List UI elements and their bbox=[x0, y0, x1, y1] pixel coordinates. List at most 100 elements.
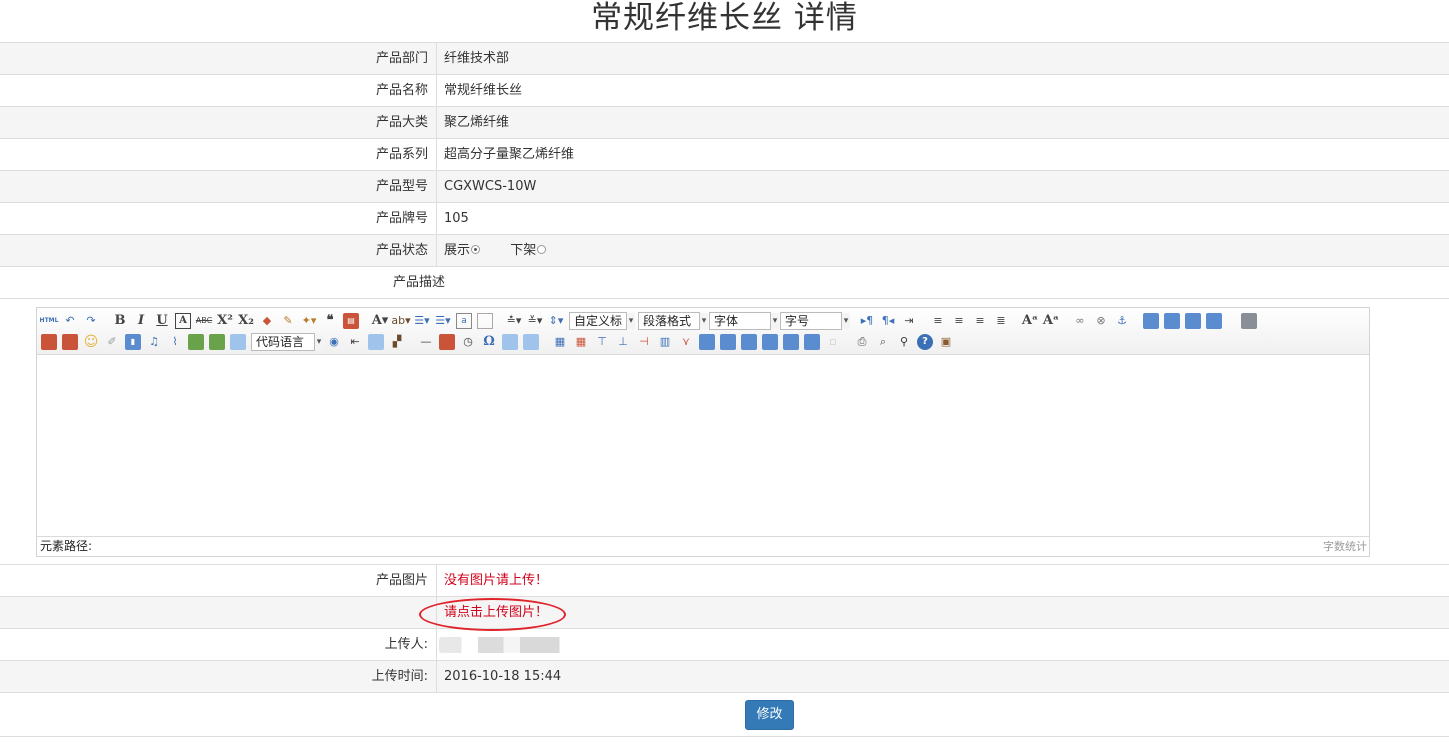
snapscreen-icon[interactable] bbox=[502, 334, 518, 350]
link-icon[interactable]: ∞ bbox=[1072, 313, 1088, 329]
inserttable-icon[interactable]: ▦ bbox=[552, 334, 568, 350]
underline-icon[interactable]: U bbox=[154, 313, 170, 329]
uploader-value bbox=[437, 629, 1449, 660]
lineheight-icon[interactable]: ⇕▾ bbox=[548, 313, 564, 329]
italic-icon[interactable]: I bbox=[133, 313, 149, 329]
mergecells-icon[interactable] bbox=[699, 334, 715, 350]
splittocells-icon[interactable] bbox=[762, 334, 778, 350]
pagebreak-icon[interactable]: ⇤ bbox=[347, 334, 363, 350]
status-hide-radio[interactable] bbox=[537, 245, 547, 254]
fontborder-icon[interactable]: A bbox=[175, 313, 191, 329]
html-icon[interactable]: HTML bbox=[40, 313, 59, 329]
field-label: 产品名称 bbox=[0, 75, 437, 106]
backcolor-icon[interactable]: ab▾ bbox=[391, 313, 410, 329]
field-value: 105 bbox=[444, 211, 469, 226]
eraser-icon[interactable]: ◆ bbox=[259, 313, 275, 329]
insertrow-icon[interactable]: ⊥ bbox=[615, 334, 631, 350]
simpleupload-icon[interactable] bbox=[41, 334, 57, 350]
horizontal-icon[interactable]: — bbox=[418, 334, 434, 350]
code-language-select[interactable]: 代码语言 bbox=[251, 333, 323, 351]
justifycenter-icon[interactable]: ≡ bbox=[951, 313, 967, 329]
drafts-icon[interactable]: ▣ bbox=[938, 334, 954, 350]
selectall-icon[interactable]: a bbox=[456, 313, 472, 329]
custom-title-select[interactable]: 自定义标 bbox=[569, 312, 635, 330]
forecolor-icon[interactable]: A▾ bbox=[372, 313, 389, 329]
bold-icon[interactable]: B bbox=[112, 313, 128, 329]
editor-content-area[interactable] bbox=[37, 355, 1369, 536]
deletecol-icon[interactable]: ⋎ bbox=[678, 334, 694, 350]
directionltr-icon[interactable]: ▸¶ bbox=[859, 313, 875, 329]
font-family-select[interactable]: 字体 bbox=[709, 312, 779, 330]
field-label: 产品描述 bbox=[392, 275, 445, 290]
deleterow-icon[interactable]: ⊣ bbox=[636, 334, 652, 350]
subscript-icon[interactable]: X₂ bbox=[238, 313, 254, 329]
blockquote-icon[interactable]: ❝ bbox=[322, 313, 338, 329]
unlink-icon[interactable]: ⊗ bbox=[1093, 313, 1109, 329]
indent-icon[interactable]: ⇥ bbox=[901, 313, 917, 329]
cleardoc-icon[interactable] bbox=[477, 313, 493, 329]
justifyjustify-icon[interactable]: ≣ bbox=[993, 313, 1009, 329]
map-icon[interactable] bbox=[188, 334, 204, 350]
insertimage-icon[interactable] bbox=[62, 334, 78, 350]
imageright-icon[interactable] bbox=[1185, 313, 1201, 329]
splittocols-icon[interactable] bbox=[804, 334, 820, 350]
field-value: 常规纤维长丝 bbox=[444, 83, 523, 98]
tolowercase-icon[interactable]: Aᵃ bbox=[1043, 313, 1059, 329]
mergedown-icon[interactable] bbox=[741, 334, 757, 350]
strikethrough-icon[interactable]: ABC bbox=[196, 313, 212, 329]
webapp-icon[interactable]: ◉ bbox=[326, 334, 342, 350]
insertcol-icon[interactable]: ▥ bbox=[657, 334, 673, 350]
insertparagraphbeforetable-icon[interactable]: ⊤ bbox=[594, 334, 610, 350]
insertvideo-icon[interactable]: ▮ bbox=[125, 334, 141, 350]
mergeright-icon[interactable] bbox=[720, 334, 736, 350]
deletetable-icon[interactable]: ▦ bbox=[573, 334, 589, 350]
background-icon[interactable]: ▞ bbox=[389, 334, 405, 350]
spechars-icon[interactable]: Ω bbox=[481, 334, 497, 350]
date-icon[interactable] bbox=[439, 334, 455, 350]
charts-icon[interactable]: ▫ bbox=[825, 334, 841, 350]
touppercase-icon[interactable]: Aᵃ bbox=[1022, 313, 1038, 329]
attachment-icon[interactable]: ⌇ bbox=[167, 334, 183, 350]
imageleft-icon[interactable] bbox=[1164, 313, 1180, 329]
upload-image-link[interactable]: 请点击上传图片！ bbox=[437, 597, 1449, 628]
field-row-uploader: 上传人: bbox=[0, 628, 1449, 660]
formatmatch-icon[interactable]: ✎ bbox=[280, 313, 296, 329]
undo-icon[interactable]: ↶ bbox=[62, 313, 78, 329]
fullscreen-icon[interactable] bbox=[1241, 313, 1257, 329]
gmap-icon[interactable] bbox=[209, 334, 225, 350]
music-icon[interactable]: ♫ bbox=[146, 334, 162, 350]
status-show-radio[interactable] bbox=[471, 245, 481, 254]
template-icon[interactable] bbox=[368, 334, 384, 350]
rowspacingbottom-icon[interactable]: ≚▾ bbox=[527, 313, 543, 329]
emotion-icon[interactable]: ☺ bbox=[83, 334, 99, 350]
paragraph-format-select[interactable]: 段落格式 bbox=[638, 312, 708, 330]
unorderedlist-icon[interactable]: ☰▾ bbox=[435, 313, 451, 329]
edit-button[interactable]: 修改 bbox=[745, 700, 794, 730]
superscript-icon[interactable]: X² bbox=[217, 313, 233, 329]
annotation-circle bbox=[419, 598, 566, 631]
directionrtl-icon[interactable]: ¶◂ bbox=[880, 313, 896, 329]
field-row-upload-time: 上传时间: 2016-10-18 15:44 bbox=[0, 660, 1449, 692]
imagecenter-icon[interactable] bbox=[1206, 313, 1222, 329]
splittorows-icon[interactable] bbox=[783, 334, 799, 350]
insertframe-icon[interactable] bbox=[230, 334, 246, 350]
preview-icon[interactable]: ⌕ bbox=[875, 334, 891, 350]
help-icon[interactable]: ? bbox=[917, 334, 933, 350]
print-icon[interactable]: ⎙ bbox=[854, 334, 870, 350]
justifyright-icon[interactable]: ≡ bbox=[972, 313, 988, 329]
imagenone-icon[interactable] bbox=[1143, 313, 1159, 329]
autotypeset-icon[interactable]: ✦▾ bbox=[301, 313, 317, 329]
font-size-select[interactable]: 字号 bbox=[780, 312, 850, 330]
redo-icon[interactable]: ↷ bbox=[83, 313, 99, 329]
element-path: 元素路径: bbox=[40, 539, 93, 553]
rowspacingtop-icon[interactable]: ≛▾ bbox=[506, 313, 522, 329]
searchreplace-icon[interactable]: ⚲ bbox=[896, 334, 912, 350]
time-icon[interactable]: ◷ bbox=[460, 334, 476, 350]
orderedlist-icon[interactable]: ☰▾ bbox=[414, 313, 430, 329]
anchor-icon[interactable]: ⚓ bbox=[1114, 313, 1130, 329]
wordimage-icon[interactable] bbox=[523, 334, 539, 350]
scrawl-icon[interactable]: ✐ bbox=[104, 334, 120, 350]
field-row-name: 产品名称 常规纤维长丝 bbox=[0, 74, 1449, 106]
pasteplain-icon[interactable]: ▤ bbox=[343, 313, 359, 329]
justifyleft-icon[interactable]: ≡ bbox=[930, 313, 946, 329]
